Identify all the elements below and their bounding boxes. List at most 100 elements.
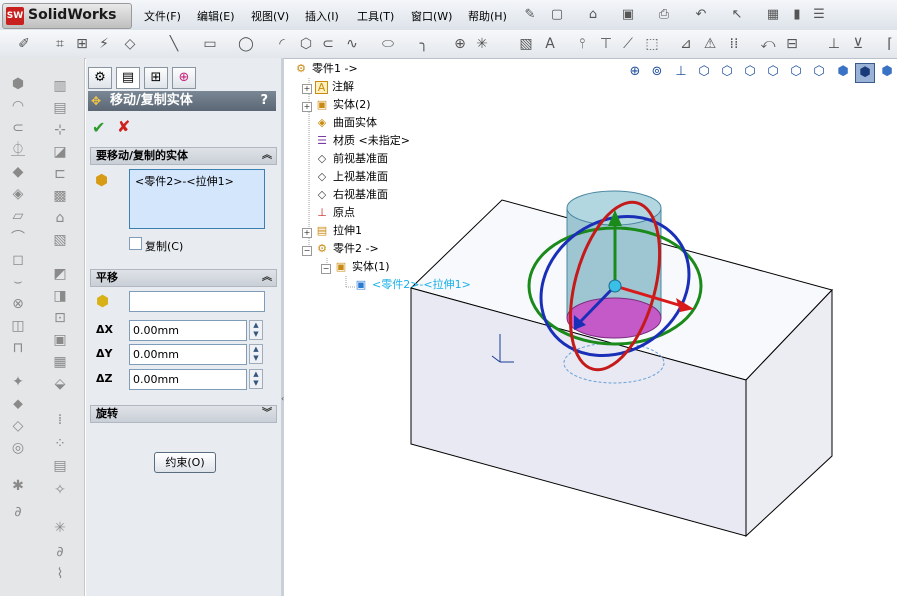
flex-icon[interactable]: ⌂ bbox=[52, 210, 68, 226]
linear-pattern-icon[interactable]: ▦ bbox=[52, 354, 68, 370]
traffic-light-icon[interactable]: ▮ bbox=[789, 7, 805, 23]
ref-axis-icon[interactable]: ✳ bbox=[52, 520, 68, 536]
chamfer-icon[interactable]: ⊗ bbox=[10, 296, 26, 312]
menu-file[interactable]: 文件(F) bbox=[144, 8, 181, 24]
save-icon[interactable]: ▣ bbox=[620, 7, 636, 23]
wireframe-icon[interactable]: ⬢ bbox=[878, 63, 896, 81]
expand-plus-icon[interactable]: + bbox=[302, 102, 312, 112]
group-translate-header[interactable]: 平移 ︽ bbox=[90, 269, 277, 287]
move-entities-icon[interactable]: ⤺ bbox=[760, 36, 776, 52]
tree-item-material[interactable]: ☰ 材质 <未指定> bbox=[315, 132, 410, 150]
open-icon[interactable]: ⌂ bbox=[585, 7, 601, 23]
chevron-up-icon[interactable]: ︽ bbox=[262, 148, 272, 164]
quick-snaps-icon[interactable]: ⚡ bbox=[96, 36, 112, 52]
spline-icon[interactable]: ∿ bbox=[344, 36, 360, 52]
select-icon[interactable]: ↖ bbox=[729, 7, 745, 23]
point-icon[interactable]: ⊕ bbox=[452, 36, 468, 52]
group-rotate-header[interactable]: 旋转 ︾ bbox=[90, 405, 277, 423]
hole-wizard-icon[interactable]: ▥ bbox=[52, 78, 68, 94]
smart-dimension-icon[interactable]: ⌗ bbox=[52, 36, 68, 52]
tree-item-annotations[interactable]: A 注解 bbox=[315, 78, 354, 96]
property-manager-tab[interactable]: ▤ bbox=[116, 67, 140, 89]
menu-window[interactable]: 窗口(W) bbox=[411, 8, 452, 24]
fill-pattern-icon[interactable]: ✧ bbox=[52, 482, 68, 498]
split-icon[interactable]: ⊹ bbox=[52, 122, 68, 138]
delta-x-input[interactable]: 0.00mm bbox=[129, 320, 247, 341]
extruded-boss-icon[interactable]: ⬢ bbox=[10, 76, 26, 92]
arc-icon[interactable]: ◜ bbox=[274, 36, 290, 52]
tree-item-extrude1[interactable]: ▤ 拉伸1 bbox=[315, 222, 362, 240]
group-bodies-header[interactable]: 要移动/复制的实体 ︽ bbox=[90, 147, 277, 165]
shaded-icon[interactable]: ⬢ bbox=[834, 63, 852, 81]
composite-curve-icon[interactable]: ⌇ bbox=[52, 566, 68, 582]
feature-manager-tab[interactable]: ⚙ bbox=[88, 67, 112, 89]
delta-y-input[interactable]: 0.00mm bbox=[129, 344, 247, 365]
tree-item-selected-body[interactable]: ▣ <零件2>-<拉伸1> bbox=[354, 276, 471, 294]
shell-icon[interactable]: ◫ bbox=[10, 318, 26, 334]
freeform-icon[interactable]: ⊡ bbox=[52, 310, 68, 326]
cut-loft-icon[interactable]: ◻ bbox=[10, 252, 26, 268]
options-icon[interactable]: ☰ bbox=[811, 7, 827, 23]
offset-icon[interactable]: ⟋ bbox=[620, 36, 636, 52]
delta-z-input[interactable]: 0.00mm bbox=[129, 369, 247, 390]
circle-icon[interactable]: ◯ bbox=[238, 36, 254, 52]
selected-body-item[interactable]: <零件2>-<拉伸1> bbox=[135, 173, 234, 189]
plane-icon[interactable]: A bbox=[542, 36, 558, 52]
polygon-icon[interactable]: ⬡ bbox=[298, 36, 314, 52]
thread-icon[interactable]: ◩ bbox=[52, 266, 68, 282]
slot-icon[interactable]: ⊂ bbox=[320, 36, 336, 52]
mirror-icon[interactable]: ⊿ bbox=[678, 36, 694, 52]
menu-edit[interactable]: 编辑(E) bbox=[197, 8, 235, 24]
cancel-x-icon[interactable]: ✘ bbox=[117, 117, 130, 136]
tree-item-solid-bodies-1[interactable]: ▣ 实体(1) bbox=[334, 258, 390, 276]
zoom-to-fit-icon[interactable]: ⊕ bbox=[626, 63, 644, 81]
sketch-pattern-icon[interactable]: ⁘ bbox=[52, 436, 68, 452]
rib-icon[interactable]: ⊓ bbox=[10, 340, 26, 356]
collapse-minus-icon[interactable]: − bbox=[321, 264, 331, 274]
copy-checkbox[interactable] bbox=[129, 237, 142, 250]
circular-pattern-icon[interactable]: ⬙ bbox=[52, 376, 68, 392]
repair-icon[interactable]: ⊟ bbox=[784, 36, 800, 52]
wrap-icon[interactable]: ⬥ bbox=[10, 396, 26, 412]
fillet-icon[interactable]: ╮ bbox=[416, 36, 432, 52]
text-icon[interactable]: ▧ bbox=[518, 36, 534, 52]
help-icon[interactable]: ? bbox=[260, 91, 268, 111]
display-style-icon[interactable]: ⬡ bbox=[741, 63, 759, 81]
dome-icon[interactable]: ◇ bbox=[10, 418, 26, 434]
curves-icon[interactable]: ∂ bbox=[10, 504, 26, 520]
constraints-button[interactable]: 约束(O) bbox=[154, 452, 216, 473]
zoom-area-icon[interactable]: ⊚ bbox=[648, 63, 666, 81]
display-relations-icon[interactable]: ⊥ bbox=[826, 36, 842, 52]
tree-item-part1[interactable]: ⚙ 零件1 -> bbox=[294, 60, 358, 78]
intersect-icon[interactable]: ◎ bbox=[10, 440, 26, 456]
indent-icon[interactable]: ◨ bbox=[52, 288, 68, 304]
cut-extrude-icon[interactable]: ◈ bbox=[10, 186, 26, 202]
tree-item-solid-bodies[interactable]: ▣ 实体(2) bbox=[315, 96, 371, 114]
apply-scene-icon[interactable]: ⬡ bbox=[810, 63, 828, 81]
centerline-icon[interactable]: ✳ bbox=[474, 36, 490, 52]
deform-icon[interactable]: ▧ bbox=[52, 232, 68, 248]
rebuild-icon[interactable]: ▦ bbox=[765, 7, 781, 23]
shaded-with-edges-icon[interactable]: ⬢ bbox=[855, 63, 875, 83]
ok-check-icon[interactable]: ✔ bbox=[92, 118, 105, 137]
menu-help[interactable]: 帮助(H) bbox=[468, 8, 507, 24]
chevron-down-icon[interactable]: ︾ bbox=[262, 406, 272, 422]
rectangle-icon[interactable]: ▭ bbox=[202, 36, 218, 52]
configuration-manager-tab[interactable]: ⊞ bbox=[144, 67, 168, 89]
line-icon[interactable]: ╲ bbox=[166, 36, 182, 52]
loft-icon[interactable]: ⏂ bbox=[10, 142, 26, 158]
solidworks-logo[interactable]: SW SolidWorks bbox=[2, 3, 132, 29]
collapse-minus-icon[interactable]: − bbox=[302, 246, 312, 256]
bodies-selection-box[interactable]: <零件2>-<拉伸1> bbox=[129, 169, 265, 229]
translate-reference-field[interactable] bbox=[129, 291, 265, 312]
convert-icon[interactable]: ⬚ bbox=[644, 36, 660, 52]
hide-show-icon[interactable]: ⬡ bbox=[764, 63, 782, 81]
chevron-up-icon[interactable]: ︽ bbox=[262, 270, 272, 286]
view-orientation-icon[interactable]: ⬡ bbox=[718, 63, 736, 81]
sketch-icon[interactable]: ✐ bbox=[16, 36, 32, 52]
reference-geometry-icon[interactable]: ✱ bbox=[10, 478, 26, 494]
warning-icon[interactable]: ⚠ bbox=[702, 36, 718, 52]
combine-icon[interactable]: ◪ bbox=[52, 144, 68, 160]
section-view-icon[interactable]: ⬡ bbox=[695, 63, 713, 81]
tree-item-surface-bodies[interactable]: ◈ 曲面实体 bbox=[315, 114, 377, 132]
